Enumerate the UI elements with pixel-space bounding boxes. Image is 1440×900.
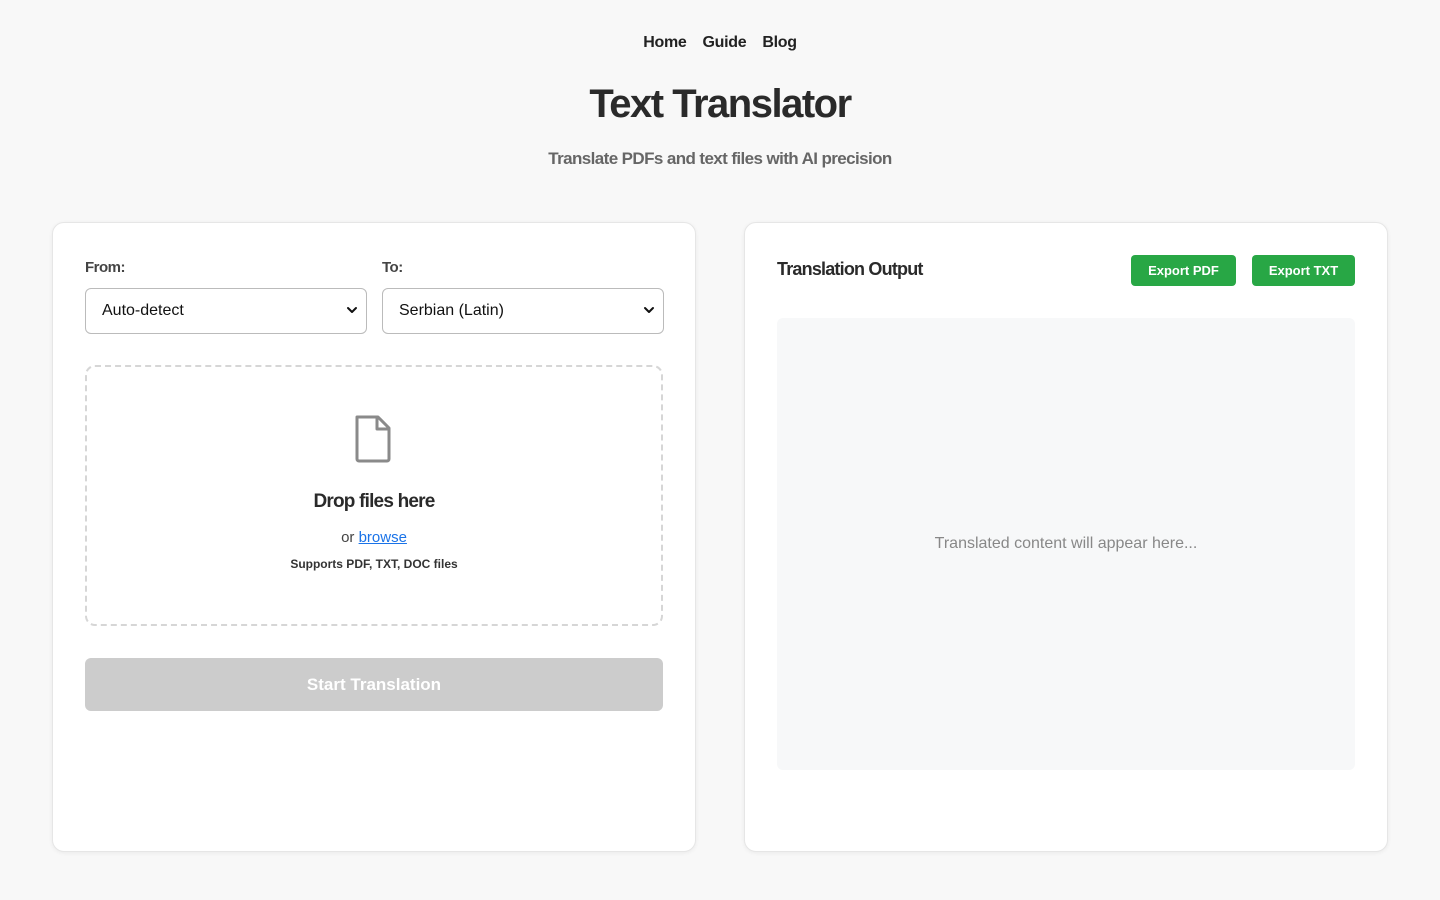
chevron-down-icon bbox=[347, 307, 357, 313]
from-language-value: Auto-detect bbox=[102, 302, 184, 319]
output-placeholder: Translated content will appear here... bbox=[934, 535, 1198, 552]
file-icon bbox=[355, 415, 391, 463]
dropzone-supported-formats: Supports PDF, TXT, DOC files bbox=[290, 557, 458, 571]
translation-output-area[interactable]: Translated content will appear here... bbox=[777, 318, 1355, 770]
export-pdf-button[interactable]: Export PDF bbox=[1131, 255, 1236, 286]
output-card: Translation Output Export PDF Export TXT… bbox=[744, 222, 1388, 852]
browse-link[interactable]: browse bbox=[359, 529, 407, 546]
dropzone-title: Drop files here bbox=[313, 491, 435, 512]
to-label: To: bbox=[382, 259, 403, 276]
from-language-select[interactable]: Auto-detect bbox=[85, 288, 367, 334]
file-dropzone[interactable]: Drop files here or browse Supports PDF, … bbox=[85, 365, 663, 626]
page-title: Text Translator bbox=[589, 82, 852, 126]
output-title: Translation Output bbox=[777, 259, 923, 279]
chevron-down-icon bbox=[644, 307, 654, 313]
input-card: From: Auto-detect To: Serbian (Latin) Dr… bbox=[52, 222, 696, 852]
from-label: From: bbox=[85, 259, 126, 276]
nav-guide-link[interactable]: Guide bbox=[703, 34, 747, 52]
dropzone-or-text: or bbox=[341, 529, 355, 546]
to-language-select[interactable]: Serbian (Latin) bbox=[382, 288, 664, 334]
nav-home-link[interactable]: Home bbox=[643, 34, 687, 52]
top-nav: Home Guide Blog bbox=[0, 34, 1440, 52]
to-language-value: Serbian (Latin) bbox=[399, 302, 504, 319]
nav-blog-link[interactable]: Blog bbox=[762, 34, 797, 52]
page-subtitle: Translate PDFs and text files with AI pr… bbox=[548, 149, 892, 168]
export-txt-button[interactable]: Export TXT bbox=[1252, 255, 1355, 286]
start-translation-button[interactable]: Start Translation bbox=[85, 658, 663, 711]
dropzone-browse-line: or browse bbox=[87, 529, 661, 546]
